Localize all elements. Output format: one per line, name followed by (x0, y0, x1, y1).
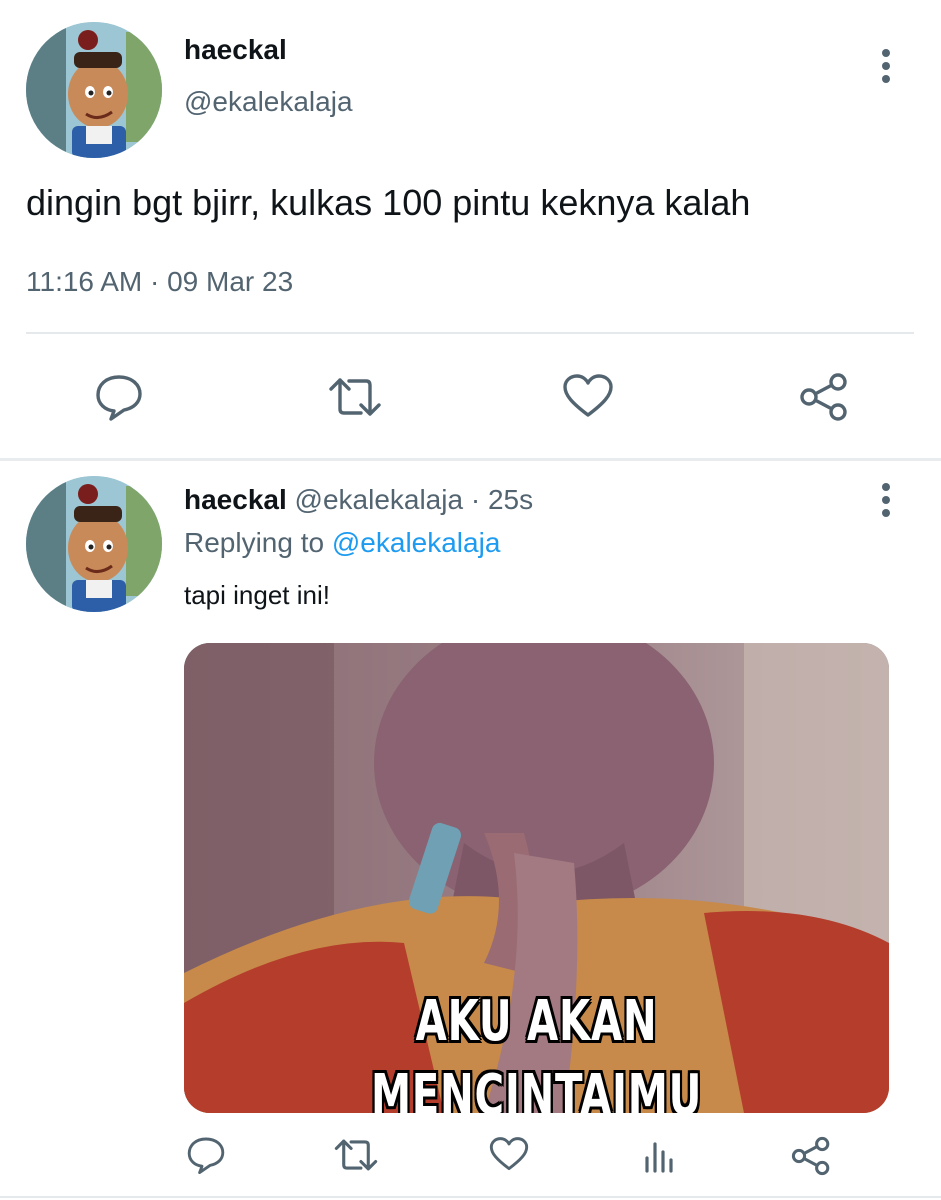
like-icon[interactable] (562, 373, 614, 419)
like-icon[interactable] (489, 1136, 529, 1172)
section-divider (0, 458, 941, 461)
divider (26, 332, 914, 334)
avatar[interactable] (26, 22, 162, 158)
reply-icon[interactable] (94, 373, 144, 421)
share-icon[interactable] (798, 372, 850, 422)
tweet-text: dingin bgt bjirr, kulkas 100 pintu kekny… (26, 182, 751, 223)
retweet-icon[interactable] (333, 1137, 379, 1173)
reply-header: haeckal @ekalekalaja · 25s (184, 484, 533, 516)
tweet-timestamp[interactable]: 11:16 AM · 09 Mar 23 (26, 266, 293, 298)
replying-label: Replying to (184, 527, 325, 558)
display-name[interactable]: haeckal (184, 484, 287, 515)
tweet-text: tapi inget ini! (184, 580, 330, 610)
meme-caption-line2: MENCINTAIMU SELALU (370, 1063, 703, 1113)
tweet-time[interactable]: · 25s (471, 484, 533, 515)
display-name[interactable]: haeckal (184, 34, 287, 66)
more-options-icon[interactable] (874, 46, 898, 86)
meme-caption-line1: AKU AKAN (415, 989, 658, 1054)
avatar[interactable] (26, 476, 162, 612)
share-icon[interactable] (790, 1136, 832, 1176)
analytics-icon[interactable] (642, 1136, 678, 1174)
user-handle[interactable]: @ekalekalaja (295, 484, 464, 515)
retweet-icon[interactable] (327, 375, 383, 419)
reply-icon[interactable] (186, 1135, 226, 1175)
bottom-divider (0, 1196, 941, 1198)
replying-handle-link[interactable]: @ekalekalaja (332, 527, 501, 558)
tweet-media-image[interactable]: AKU AKAN MENCINTAIMU SELALU (184, 643, 889, 1113)
user-handle[interactable]: @ekalekalaja (184, 86, 353, 118)
replying-to: Replying to @ekalekalaja (184, 527, 500, 559)
more-options-icon[interactable] (874, 480, 898, 520)
